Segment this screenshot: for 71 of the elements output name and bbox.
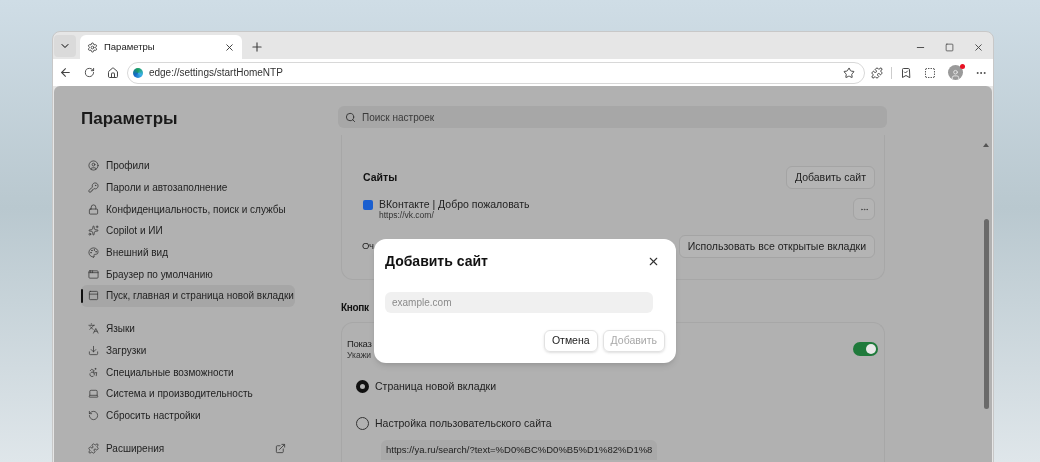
search-placeholder: Поиск настроек — [362, 110, 435, 125]
url-field[interactable]: https://ya.ru/search/?text=%D0%BC%D0%B5%D1%82%D1%8 — [381, 440, 658, 460]
use-open-tabs-button[interactable]: Использовать все открытые вкладки — [678, 235, 875, 258]
key-icon — [88, 182, 99, 194]
radio-option[interactable]: Страница новой вкладки — [356, 379, 878, 394]
close-icon[interactable] — [224, 41, 235, 53]
sidebar-item[interactable]: Пароли и автозаполнение — [81, 176, 295, 199]
section-heading: Кнопк — [341, 301, 369, 314]
maximize-icon[interactable] — [945, 43, 954, 52]
dialog-title: Добавить сайт — [385, 252, 488, 271]
add-site-button[interactable]: Добавить сайт — [785, 166, 875, 189]
toggle-switch[interactable] — [853, 342, 878, 356]
cancel-button[interactable]: Отмена — [543, 330, 598, 352]
laptop-icon — [88, 388, 99, 400]
address-text: edge://settings/startHomeNTP — [148, 66, 283, 80]
browser-tab[interactable]: Параметры — [80, 35, 242, 59]
accessibility-icon — [88, 366, 99, 378]
person-icon — [950, 69, 962, 80]
sidebar-item[interactable]: Пуск, главная и страница новой вкладки — [81, 285, 295, 307]
external-link-icon[interactable] — [275, 442, 286, 454]
sidebar-item[interactable]: Загрузки — [81, 339, 295, 362]
sidebar-item[interactable]: Браузер по умолчанию — [81, 263, 295, 286]
sidebar-item[interactable]: Система и производительность — [81, 382, 295, 405]
sidebar-item[interactable]: Профили — [81, 155, 295, 177]
site-input-field[interactable]: example.com — [385, 292, 653, 313]
dashed-square-icon[interactable] — [924, 66, 937, 79]
sidebar-item[interactable]: Сбросить настройки — [81, 404, 295, 427]
sidebar-item[interactable]: Внешний вид — [81, 241, 295, 264]
reset-icon — [88, 409, 99, 421]
languages-icon — [88, 323, 99, 335]
tab-title: Параметры — [104, 39, 155, 54]
avatar[interactable] — [948, 65, 963, 80]
page-title: Параметры — [81, 108, 179, 129]
refresh-icon[interactable] — [83, 67, 95, 78]
search-icon — [345, 111, 356, 123]
lock-icon — [88, 203, 99, 215]
sidebar-item[interactable]: Расширения — [81, 437, 295, 459]
radio-button[interactable] — [356, 380, 369, 393]
sidebar-item[interactable]: Языки — [81, 317, 295, 340]
window-icon — [88, 290, 99, 302]
back-icon[interactable] — [59, 66, 72, 79]
site-logo-icon — [363, 200, 373, 210]
palette-icon — [88, 247, 99, 259]
window-icon — [88, 268, 99, 280]
search-field[interactable]: Поиск настроек — [338, 106, 887, 128]
close-icon[interactable] — [973, 42, 984, 53]
new-tab-icon[interactable] — [250, 40, 264, 54]
scrollbar-thumb[interactable] — [983, 219, 989, 409]
site-title: ВКонтакте | Добро пожаловать — [379, 198, 530, 210]
sidebar-item[interactable]: Copilot и ИИ — [81, 220, 295, 242]
setting-label: Показ — [347, 337, 372, 350]
profile-icon — [88, 160, 99, 172]
radio-option[interactable]: Настройка пользовательского сайта — [356, 416, 878, 431]
browser-logo-icon — [132, 67, 143, 78]
bookmark-icon[interactable] — [900, 66, 913, 79]
section-heading: Сайты — [363, 169, 398, 185]
tab-list-button[interactable] — [54, 35, 76, 57]
download-icon — [88, 344, 99, 356]
sidebar-item[interactable]: Конфиденциальность, поиск и службы — [81, 198, 295, 221]
gear-icon — [87, 41, 98, 53]
option-label: Оч — [362, 239, 374, 254]
close-icon[interactable] — [647, 255, 660, 268]
site-url: https://vk.com/ — [379, 210, 434, 221]
puzzle-icon — [88, 442, 99, 454]
star-icon[interactable] — [843, 66, 856, 79]
setting-hint: Укажи — [347, 350, 372, 361]
scroll-up-icon[interactable] — [983, 143, 989, 147]
sidebar-item[interactable]: Специальные возможности — [81, 361, 295, 383]
home-icon[interactable] — [106, 66, 119, 79]
puzzle-icon[interactable] — [871, 66, 884, 79]
sparkles-icon — [88, 225, 99, 237]
